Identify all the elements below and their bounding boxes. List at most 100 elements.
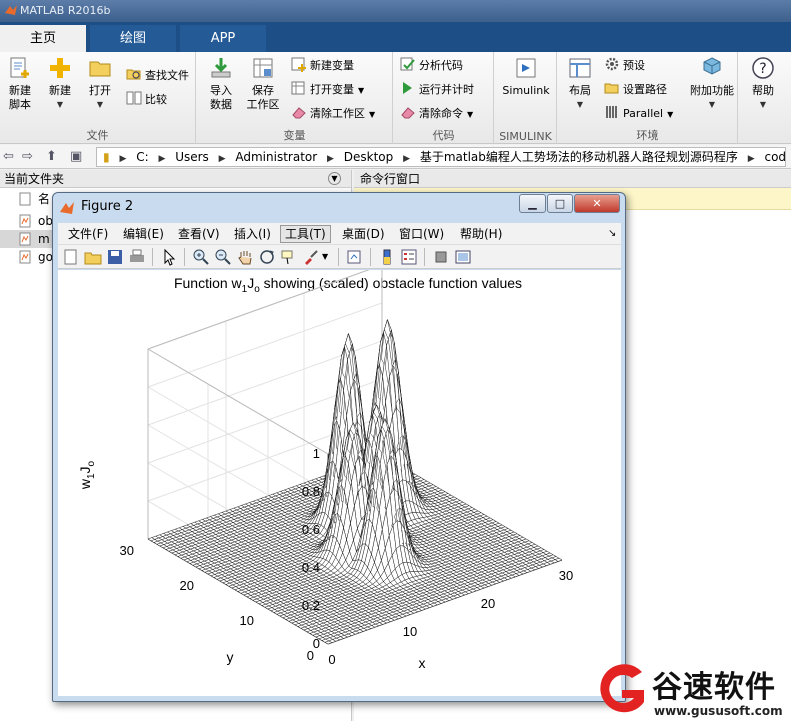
group-simulink: Simulink SIMULINK	[495, 52, 557, 144]
find-files-button[interactable]: 查找文件	[126, 66, 189, 86]
new-script-icon	[10, 57, 29, 78]
path-field[interactable]: ▮ ▶ C: ▶ Users ▶ Administrator ▶ Desktop…	[96, 147, 786, 167]
chevron-down-icon: ▼	[467, 110, 474, 119]
menu-insert[interactable]: 插入(I)	[230, 226, 275, 242]
simulink-button[interactable]: Simulink	[499, 56, 553, 98]
preferences-button[interactable]: 预设	[604, 56, 645, 76]
save-icon[interactable]	[106, 248, 124, 266]
pan-hand-icon[interactable]	[236, 248, 254, 266]
clear-workspace-button[interactable]: 清除工作区 ▼	[291, 104, 375, 124]
import-data-button[interactable]: 导入 数据	[201, 56, 241, 112]
link-plot-icon[interactable]	[346, 248, 364, 266]
z-tick-label: 1	[313, 446, 320, 461]
menu-file[interactable]: 文件(F)	[64, 226, 112, 242]
group-file: 新建 脚本 新建 ▼ 打开 ▼ 查找文件 比较 文件	[0, 52, 196, 144]
menu-window[interactable]: 窗口(W)	[395, 226, 448, 242]
app-title: MATLAB R2016b	[20, 4, 111, 17]
watermark-brand: 谷速软件	[652, 670, 776, 705]
group-environment: 布局 ▼ 预设 设置路径 Parallel ▼ 附加功能 ▼ 环境	[558, 52, 738, 144]
run-and-time-button[interactable]: 运行并计时	[400, 80, 474, 100]
save-workspace-button[interactable]: 保存 工作区	[243, 56, 283, 112]
maximize-button[interactable]: □	[547, 194, 573, 213]
x-axis-label: x	[419, 655, 426, 671]
new-button[interactable]: 新建 ▼	[40, 56, 80, 112]
set-path-button[interactable]: 设置路径	[604, 80, 667, 100]
zoom-in-icon[interactable]	[192, 248, 210, 266]
path-segment[interactable]: Users	[175, 150, 209, 164]
compare-icon	[126, 91, 142, 105]
panel-menu-icon[interactable]: ▼	[328, 172, 341, 185]
chevron-right-icon: ▶	[119, 154, 127, 164]
plot-canvas[interactable]: Function w1Jo showing (scaled) obstacle …	[58, 264, 621, 696]
legend-icon[interactable]	[400, 248, 418, 266]
dock-icon[interactable]: ↘	[604, 226, 620, 242]
chevron-right-icon: ▶	[403, 154, 411, 164]
hide-plot-tools-icon[interactable]	[432, 248, 450, 266]
figure-menubar: 文件(F) 编辑(E) 查看(V) 插入(I) 工具(T) 桌面(D) 窗口(W…	[58, 223, 621, 245]
parallel-button[interactable]: Parallel ▼	[604, 104, 673, 124]
chevron-down-icon: ▼	[56, 100, 64, 109]
matlab-logo-icon	[60, 202, 74, 214]
zoom-out-icon[interactable]	[214, 248, 232, 266]
menu-help[interactable]: 帮助(H)	[456, 226, 506, 242]
browse-folder-icon[interactable]: ▣	[70, 149, 82, 164]
path-segment[interactable]: code	[764, 150, 785, 164]
folder-icon	[89, 61, 111, 77]
layout-icon	[569, 58, 591, 78]
analyze-icon	[400, 57, 415, 71]
data-cursor-icon[interactable]	[280, 248, 298, 266]
path-folder-icon: ▮	[103, 150, 110, 164]
path-segment[interactable]: Administrator	[235, 150, 317, 164]
layout-button[interactable]: 布局 ▼	[560, 56, 600, 112]
minimize-button[interactable]: ▁	[519, 194, 546, 213]
open-file-icon[interactable]	[84, 248, 102, 266]
group-code-title: 代码	[432, 129, 455, 142]
z-tick-label: 0.4	[302, 560, 320, 575]
path-segment[interactable]: 基于matlab编程人工势场法的移动机器人路径规划源码程序	[420, 150, 738, 164]
menu-edit[interactable]: 编辑(E)	[119, 226, 168, 242]
clear-commands-button[interactable]: 清除命令 ▼	[400, 104, 473, 124]
figure-window[interactable]: Figure 2 ▁ □ ✕ 文件(F) 编辑(E) 查看(V) 插入(I) 工…	[52, 192, 626, 702]
print-icon[interactable]	[128, 248, 146, 266]
add-ons-button[interactable]: 附加功能 ▼	[686, 56, 738, 112]
brush-icon[interactable]	[302, 248, 320, 266]
tab-home[interactable]: 主页	[0, 25, 86, 52]
open-variable-button[interactable]: 打开变量 ▼	[291, 80, 364, 100]
add-ons-icon	[703, 57, 721, 75]
path-segment[interactable]: C:	[136, 150, 148, 164]
new-script-button[interactable]: 新建 脚本	[0, 56, 40, 112]
surface-plot[interactable]: Function w1Jo showing (scaled) obstacle …	[58, 264, 621, 696]
compare-button[interactable]: 比较	[126, 90, 167, 110]
analyze-code-button[interactable]: 分析代码	[400, 56, 463, 76]
up-folder-icon[interactable]: ⬆	[46, 149, 57, 164]
new-figure-icon[interactable]	[62, 248, 80, 266]
chevron-down-icon: ▼	[96, 100, 104, 109]
pointer-icon[interactable]	[160, 248, 178, 266]
tab-plots[interactable]: 绘图	[90, 25, 176, 52]
menu-tools[interactable]: 工具(T)	[280, 225, 331, 243]
menu-desktop[interactable]: 桌面(D)	[338, 226, 389, 242]
gear-icon	[605, 57, 619, 71]
toolbar-divider	[338, 248, 339, 266]
tab-apps[interactable]: APP	[180, 25, 266, 52]
show-plot-tools-icon[interactable]	[454, 248, 472, 266]
grid-line	[147, 386, 329, 493]
gususoft-logo-icon	[600, 664, 644, 713]
plus-icon	[50, 58, 70, 78]
new-variable-button[interactable]: 新建变量	[291, 56, 354, 76]
back-icon[interactable]: ⇦	[3, 149, 14, 164]
menu-view[interactable]: 查看(V)	[174, 226, 224, 242]
help-button[interactable]: ? 帮助 ▼	[743, 56, 783, 112]
path-segment[interactable]: Desktop	[344, 150, 394, 164]
colorbar-icon[interactable]	[378, 248, 396, 266]
group-file-title: 文件	[86, 129, 109, 142]
chevron-right-icon: ▶	[327, 154, 334, 164]
close-button[interactable]: ✕	[574, 194, 620, 213]
forward-icon[interactable]: ⇨	[22, 149, 33, 164]
open-button[interactable]: 打开 ▼	[80, 56, 120, 112]
group-environment-title: 环境	[636, 129, 659, 142]
plot-title: Function w1Jo showing (scaled) obstacle …	[174, 275, 522, 295]
simulink-icon	[516, 58, 536, 78]
watermark: 谷速软件 www.gususoft.com	[590, 660, 791, 721]
rotate-3d-icon[interactable]	[258, 248, 276, 266]
